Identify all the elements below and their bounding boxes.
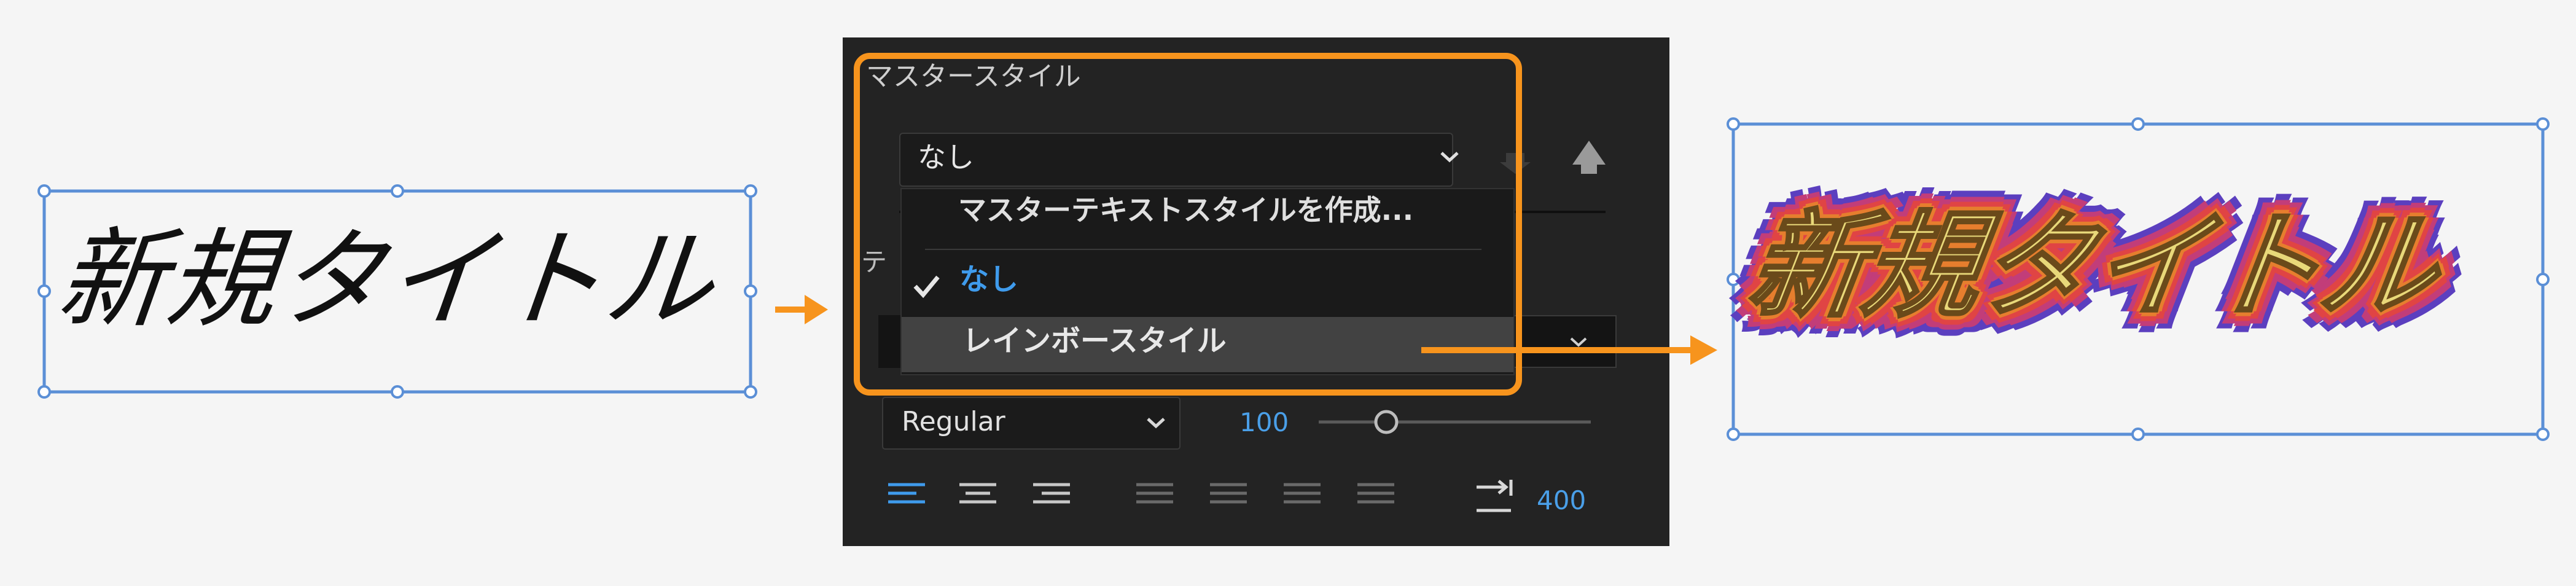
rainbow-title-text: 新規タイトル [1740,198,2447,335]
